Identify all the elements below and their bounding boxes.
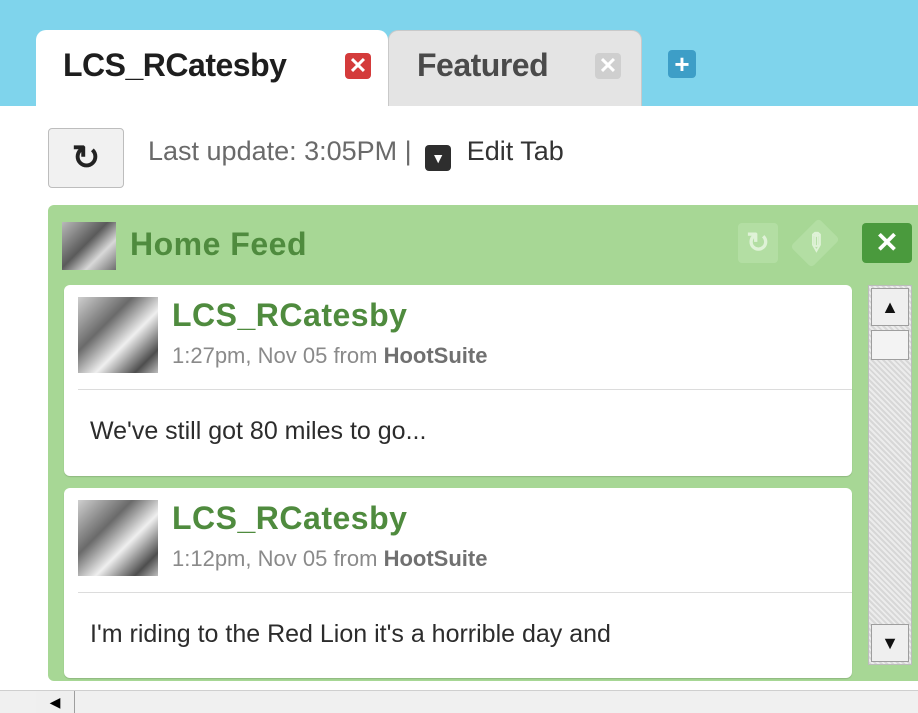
column-close-icon[interactable]: ✕ <box>862 223 912 263</box>
message-meta: 1:27pm, Nov 05 from HootSuite <box>172 343 487 369</box>
scroll-thumb[interactable] <box>871 330 909 360</box>
message-text: I'm riding to the Red Lion it's a horrib… <box>90 620 611 648</box>
message-card[interactable]: LCS_RCatesby 1:27pm, Nov 05 from HootSui… <box>64 285 852 476</box>
tab-label: LCS_RCatesby <box>63 47 287 83</box>
column-title: Home Feed <box>130 226 307 262</box>
message-source[interactable]: HootSuite <box>384 546 488 571</box>
refresh-button[interactable]: ↻ <box>48 128 124 188</box>
tab-label: Featured <box>417 47 549 83</box>
message-source[interactable]: HootSuite <box>384 343 488 368</box>
from-word: from <box>333 546 378 571</box>
scroll-up-icon[interactable]: ▲ <box>871 288 909 326</box>
author-name[interactable]: LCS_RCatesby <box>172 500 407 537</box>
message-meta: 1:12pm, Nov 05 from HootSuite <box>172 546 487 572</box>
vertical-scrollbar[interactable]: ▲ ▼ <box>868 285 912 665</box>
column-avatar <box>62 222 116 270</box>
scroll-left-icon[interactable]: ◀ <box>36 691 75 713</box>
from-word: from <box>333 343 378 368</box>
tab-lcs-rcatesby[interactable]: LCS_RCatesby ✕ <box>36 30 388 111</box>
divider <box>78 389 852 390</box>
edit-tab-link[interactable]: Edit Tab <box>467 136 564 166</box>
tab-close-icon[interactable]: ✕ <box>595 53 621 79</box>
message-time[interactable]: 1:27pm, Nov 05 <box>172 343 327 368</box>
message-card[interactable]: LCS_RCatesby 1:12pm, Nov 05 from HootSui… <box>64 488 852 678</box>
tab-featured[interactable]: Featured ✕ <box>388 30 642 111</box>
add-tab-button[interactable]: + <box>668 50 696 78</box>
message-time[interactable]: 1:12pm, Nov 05 <box>172 546 327 571</box>
avatar[interactable] <box>78 297 158 373</box>
message-text: We've still got 80 miles to go... <box>90 417 427 445</box>
avatar[interactable] <box>78 500 158 576</box>
tab-close-icon[interactable]: ✕ <box>345 53 371 79</box>
horizontal-scrollbar[interactable]: ◀ <box>0 690 918 713</box>
scroll-down-icon[interactable]: ▼ <box>871 624 909 662</box>
refresh-icon: ↻ <box>71 139 101 177</box>
author-name[interactable]: LCS_RCatesby <box>172 297 407 334</box>
column-refresh-icon[interactable]: ↻ <box>738 223 778 263</box>
last-update-text: Last update: 3:05PM | <box>148 136 412 166</box>
divider <box>78 592 852 593</box>
chevron-down-icon[interactable]: ▼ <box>425 145 452 171</box>
status-line: Last update: 3:05PM | ▼ Edit Tab <box>148 136 564 171</box>
